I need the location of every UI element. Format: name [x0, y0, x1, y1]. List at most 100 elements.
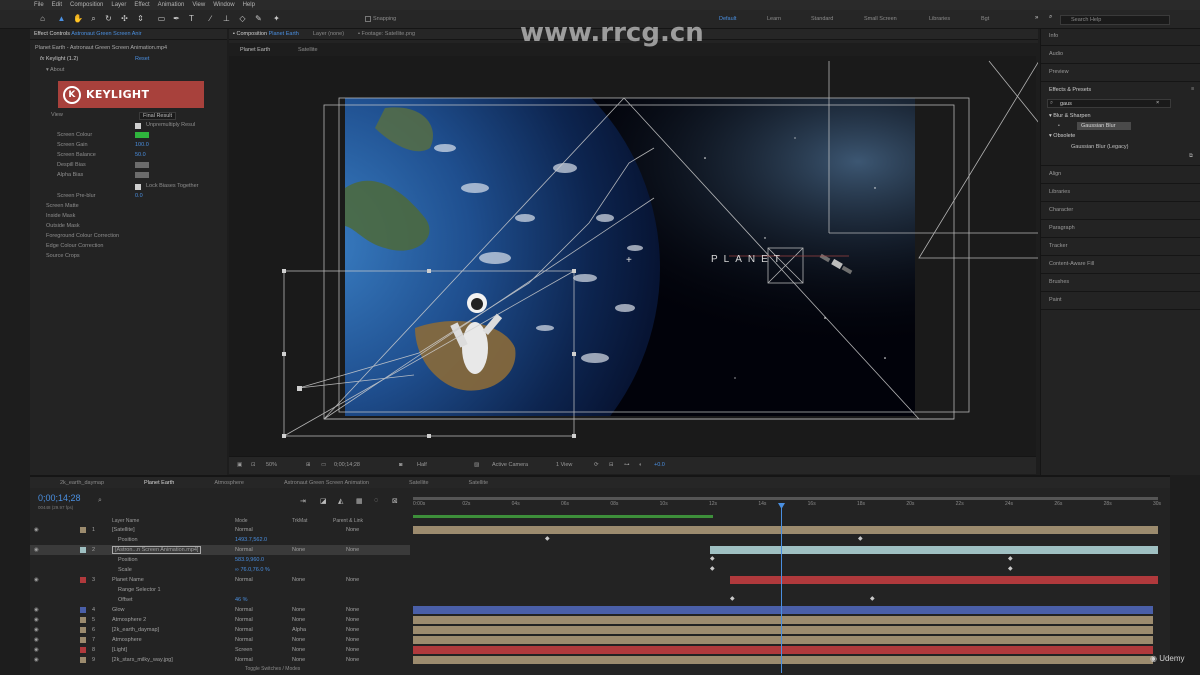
fx-prop-despill-bias[interactable]: Despill Bias [57, 162, 86, 168]
flowchart-icon[interactable]: ⊶ [624, 462, 630, 468]
panel-effects-presets[interactable]: Effects & Presets [1049, 87, 1091, 93]
layer-trkmat-dropdown[interactable]: None [292, 617, 305, 623]
timeline-layer-row[interactable]: ◉ 7 Atmosphere Normal None None [30, 635, 410, 645]
effect-gaussian-blur[interactable]: Gaussian Blur [1077, 122, 1131, 130]
menu-item-composition[interactable]: Composition [70, 2, 103, 8]
tab-footage[interactable]: ▪ Footage: Satellite.png [358, 31, 415, 37]
layer-name[interactable]: Glow [112, 607, 125, 613]
workspace-menu-icon[interactable]: » [1035, 15, 1038, 21]
layer-trkmat-dropdown[interactable]: None [292, 657, 305, 663]
layer-duration-bar[interactable] [413, 656, 1153, 664]
panel-paragraph[interactable]: Paragraph [1049, 225, 1075, 231]
layer-duration-bar[interactable] [413, 626, 1153, 634]
timeline-layer-row[interactable]: ◉ 1 [Satellite] Normal None [30, 525, 410, 535]
workspace-libraries[interactable]: Libraries [929, 16, 950, 22]
fx-value-screen-pre-blur[interactable]: 0.0 [135, 193, 143, 199]
layer-trkmat-dropdown[interactable]: None [292, 647, 305, 653]
layer-parent-dropdown[interactable]: None [346, 627, 359, 633]
visibility-eye-icon[interactable]: ◉ [34, 647, 39, 653]
fast-preview-icon[interactable]: ⟳ [594, 462, 599, 468]
shy-layers-icon[interactable]: ◭ [338, 497, 343, 505]
timeline-layer-row[interactable]: ◉ 5 Atmosphere 2 Normal None None [30, 615, 410, 625]
layer-duration-bar[interactable] [413, 636, 1153, 644]
keyframe-icon[interactable]: ◆ [730, 595, 735, 602]
type-tool-icon[interactable]: T [187, 14, 196, 23]
menu-item-effect[interactable]: Effect [134, 2, 149, 8]
comp-mini-flowchart-icon[interactable]: ⇥ [300, 497, 306, 505]
reset-exposure-icon[interactable]: ◐ [639, 462, 642, 468]
lock-biases-checkbox[interactable] [135, 184, 141, 190]
workspace-standard[interactable]: Standard [811, 16, 833, 22]
workspace-bgt[interactable]: Bgt [981, 16, 989, 22]
layer-name[interactable]: Offset [118, 597, 133, 603]
timeline-tab-astronaut-green-screen-animation[interactable]: Astronaut Green Screen Animation [284, 480, 369, 486]
pen-tool-icon[interactable]: ✒ [172, 14, 181, 23]
mask-visibility-icon[interactable]: ▭ [321, 462, 326, 468]
layer-parent-dropdown[interactable]: None [346, 577, 359, 583]
unpremultiply-checkbox[interactable] [135, 123, 141, 129]
panel-character[interactable]: Character [1049, 207, 1073, 213]
orbit-camera-icon[interactable]: ↻ [104, 14, 113, 23]
effects-search-clear-icon[interactable]: × [1156, 100, 1159, 106]
fx-about-toggle[interactable]: ▾ About [46, 67, 64, 73]
shape-tool-icon[interactable]: ▭ [157, 14, 166, 23]
time-ruler[interactable]: 0:00s 02s 04s 06s 08s 10s 12s 14s 16s 18s 20s 22s 24… [413, 501, 1161, 515]
fx-prop-view[interactable]: View [51, 112, 63, 118]
fx-prop-screen-colour[interactable]: Screen Colour [57, 132, 92, 138]
pan-camera-icon[interactable]: ✣ [120, 14, 129, 23]
property-value[interactable]: 46 % [235, 597, 248, 603]
home-icon[interactable]: ⌂ [38, 14, 47, 23]
toggle-transparency-icon[interactable]: ▨ [474, 462, 479, 468]
fx-prop-lock-biases-together[interactable]: Lock Biases Together [146, 183, 199, 189]
layer-name[interactable]: Position [118, 557, 138, 563]
fx-value-screen-balance[interactable]: 50.0 [135, 152, 146, 158]
layer-duration-bar[interactable] [413, 526, 1158, 534]
menu-item-window[interactable]: Window [213, 2, 234, 8]
timeline-property-row[interactable]: Position 583.9,960.0 [30, 555, 410, 565]
layer-name[interactable]: Position [118, 537, 138, 543]
toggle-switches-modes[interactable]: Toggle Switches / Modes [245, 666, 300, 672]
timeline-search-icon[interactable]: ⌕ [98, 497, 102, 505]
puppet-pin-icon[interactable]: ✦ [272, 14, 281, 23]
layer-parent-dropdown[interactable]: None [346, 657, 359, 663]
layer-label-color[interactable] [80, 547, 86, 553]
visibility-eye-icon[interactable]: ◉ [34, 547, 39, 553]
property-value[interactable]: 1493.7,562.0 [235, 537, 267, 543]
layer-label-color[interactable] [80, 617, 86, 623]
exposure-value[interactable]: +0.0 [654, 462, 665, 468]
timeline-tab-satellite[interactable]: Satellite [469, 480, 489, 486]
layer-parent-dropdown[interactable]: None [346, 617, 359, 623]
visibility-eye-icon[interactable]: ◉ [34, 617, 39, 623]
timeline-layer-row[interactable]: ◉ 8 [Light] Screen None None [30, 645, 410, 655]
layer-label-color[interactable] [80, 527, 86, 533]
panel-align[interactable]: Align [1049, 171, 1061, 177]
grid-icon[interactable]: ⊞ [306, 462, 311, 468]
layer-name[interactable]: Planet Name [112, 577, 144, 583]
keyframe-icon[interactable]: ◆ [1008, 555, 1013, 562]
timeline-link-icon[interactable]: ⊟ [609, 462, 614, 468]
keyframe-icon[interactable]: ◆ [870, 595, 875, 602]
fx-prop-edge-colour-correction[interactable]: Edge Colour Correction [46, 243, 103, 249]
timeline-tab-planet-earth[interactable]: Planet Earth [144, 480, 174, 486]
visibility-eye-icon[interactable]: ◉ [34, 577, 39, 583]
fx-prop-foreground-colour-correction[interactable]: Foreground Colour Correction [46, 233, 119, 239]
property-value[interactable]: ∞ 76.0,76.0 % [235, 567, 270, 573]
layer-parent-dropdown[interactable]: None [346, 637, 359, 643]
layer-label-color[interactable] [80, 657, 86, 663]
layer-name[interactable]: [2k_stars_milky_way.jpg] [112, 657, 173, 663]
layer-mode-dropdown[interactable]: Screen [235, 647, 252, 653]
panel-tracker[interactable]: Tracker [1049, 243, 1067, 249]
menu-item-file[interactable]: File [34, 2, 44, 8]
fx-reset-link[interactable]: Reset [135, 56, 149, 62]
panel-content-aware-fill[interactable]: Content-Aware Fill [1049, 261, 1094, 267]
layer-mode-dropdown[interactable]: Normal [235, 607, 253, 613]
layer-trkmat-dropdown[interactable]: None [292, 547, 305, 553]
hand-tool-icon[interactable]: ✋ [73, 14, 83, 23]
effects-category-obsolete[interactable]: ▾ Obsolete [1049, 133, 1075, 139]
layer-mode-dropdown[interactable]: Normal [235, 657, 253, 663]
fx-prop-screen-gain[interactable]: Screen Gain [57, 142, 88, 148]
layer-duration-bar[interactable] [730, 576, 1158, 584]
tab-effect-controls[interactable]: Effect Controls Astronaut Green Screen A… [34, 31, 142, 37]
visibility-eye-icon[interactable]: ◉ [34, 657, 39, 663]
timeline-tab-atmosphere[interactable]: Atmosphere [214, 480, 244, 486]
